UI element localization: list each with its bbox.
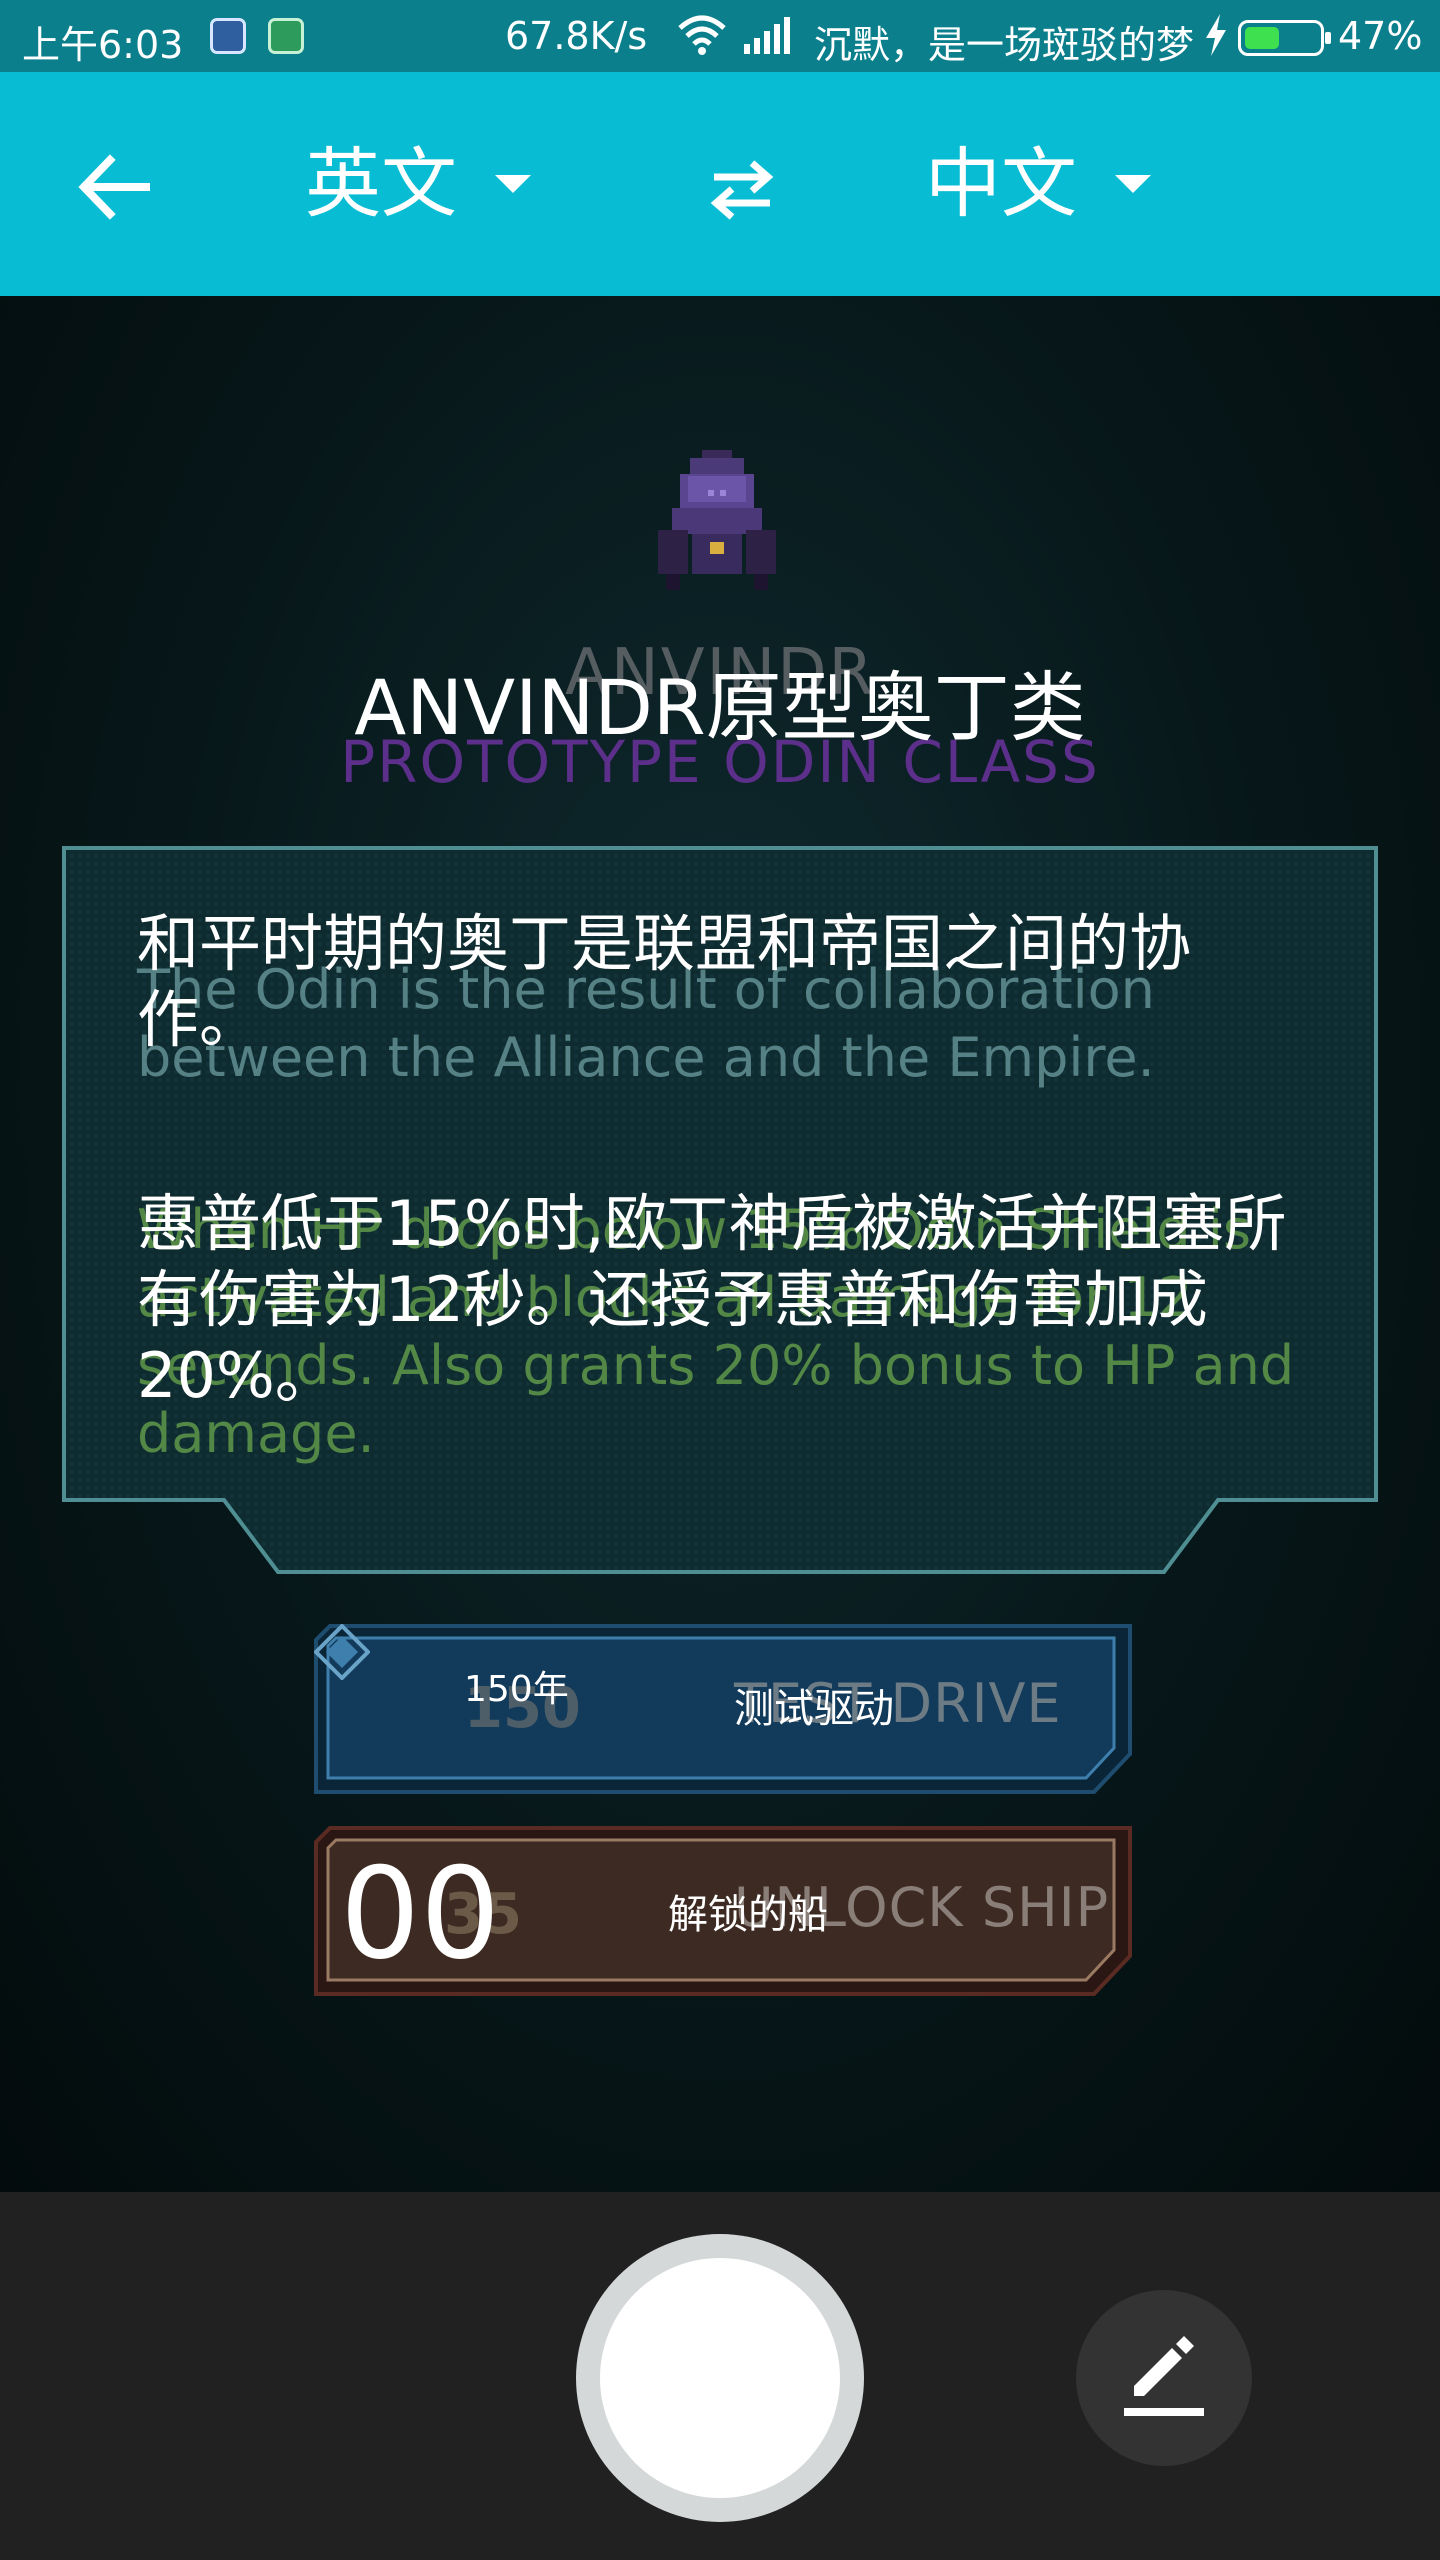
description-translated-2: 惠普低于15%时,欧丁神盾被激活并阻塞所有伤害为12秒。还授予惠普和伤害加成20…	[137, 1187, 1287, 1412]
test-drive-label-translated: 测试驱动	[734, 1686, 894, 1732]
charging-bolt-icon	[1206, 14, 1226, 56]
unlock-ship-button[interactable]: 35 UNLOCK SHIP 00 解锁的船	[314, 1826, 1132, 1996]
edit-button[interactable]	[1076, 2290, 1252, 2466]
app-bar: 英文 中文	[0, 72, 1440, 296]
unlock-label-translated: 解锁的船	[668, 1892, 828, 1938]
app-icon	[210, 18, 246, 54]
bottom-bar	[0, 2192, 1440, 2560]
status-time: 上午6:03	[22, 23, 184, 67]
wifi-icon	[678, 15, 726, 55]
test-drive-price-translated: 150年	[464, 1669, 569, 1710]
source-language-selector[interactable]: 英文	[305, 134, 531, 234]
dropdown-caret-icon	[495, 175, 531, 193]
battery-icon	[1238, 20, 1331, 56]
source-language-label: 英文	[305, 139, 457, 228]
translated-game-view: ANVINDR PROTOTYPE ODIN CLASS ANVINDR原型奥丁…	[0, 296, 1440, 2192]
test-drive-button[interactable]: 150 TEST DRIVE 150年 测试驱动	[314, 1624, 1132, 1794]
shutter-button[interactable]	[576, 2234, 864, 2522]
diamond-icon	[314, 1624, 370, 1680]
target-language-label: 中文	[925, 139, 1077, 228]
description-translated-1: 和平时期的奥丁是联盟和帝国之间的协作。	[137, 907, 1192, 1056]
unlock-price-translated: 00	[340, 1840, 501, 1987]
target-language-selector[interactable]: 中文	[925, 134, 1151, 234]
ship-title-translated: ANVINDR原型奥丁类	[354, 663, 1086, 752]
app-icon	[268, 18, 304, 54]
spaceship-icon	[658, 450, 776, 590]
app-screen: 上午6:03 67.8K/s 沉默，是一场斑驳的梦 47% 英文 中文 ANVI…	[0, 0, 1440, 2560]
battery-fill	[1245, 27, 1279, 49]
dropdown-caret-icon	[1115, 175, 1151, 193]
network-speed: 67.8K/s	[505, 14, 648, 58]
carrier-text: 沉默，是一场斑驳的梦	[814, 23, 1195, 67]
back-arrow-icon[interactable]	[70, 142, 160, 232]
swap-icon[interactable]	[700, 147, 784, 231]
description-panel: The Odin is the result of collaboration …	[62, 846, 1378, 1576]
status-bar: 上午6:03 67.8K/s 沉默，是一场斑驳的梦 47%	[0, 0, 1440, 72]
signal-icon	[744, 17, 790, 54]
pencil-icon	[1124, 2336, 1204, 2416]
battery-percent: 47%	[1338, 14, 1423, 58]
